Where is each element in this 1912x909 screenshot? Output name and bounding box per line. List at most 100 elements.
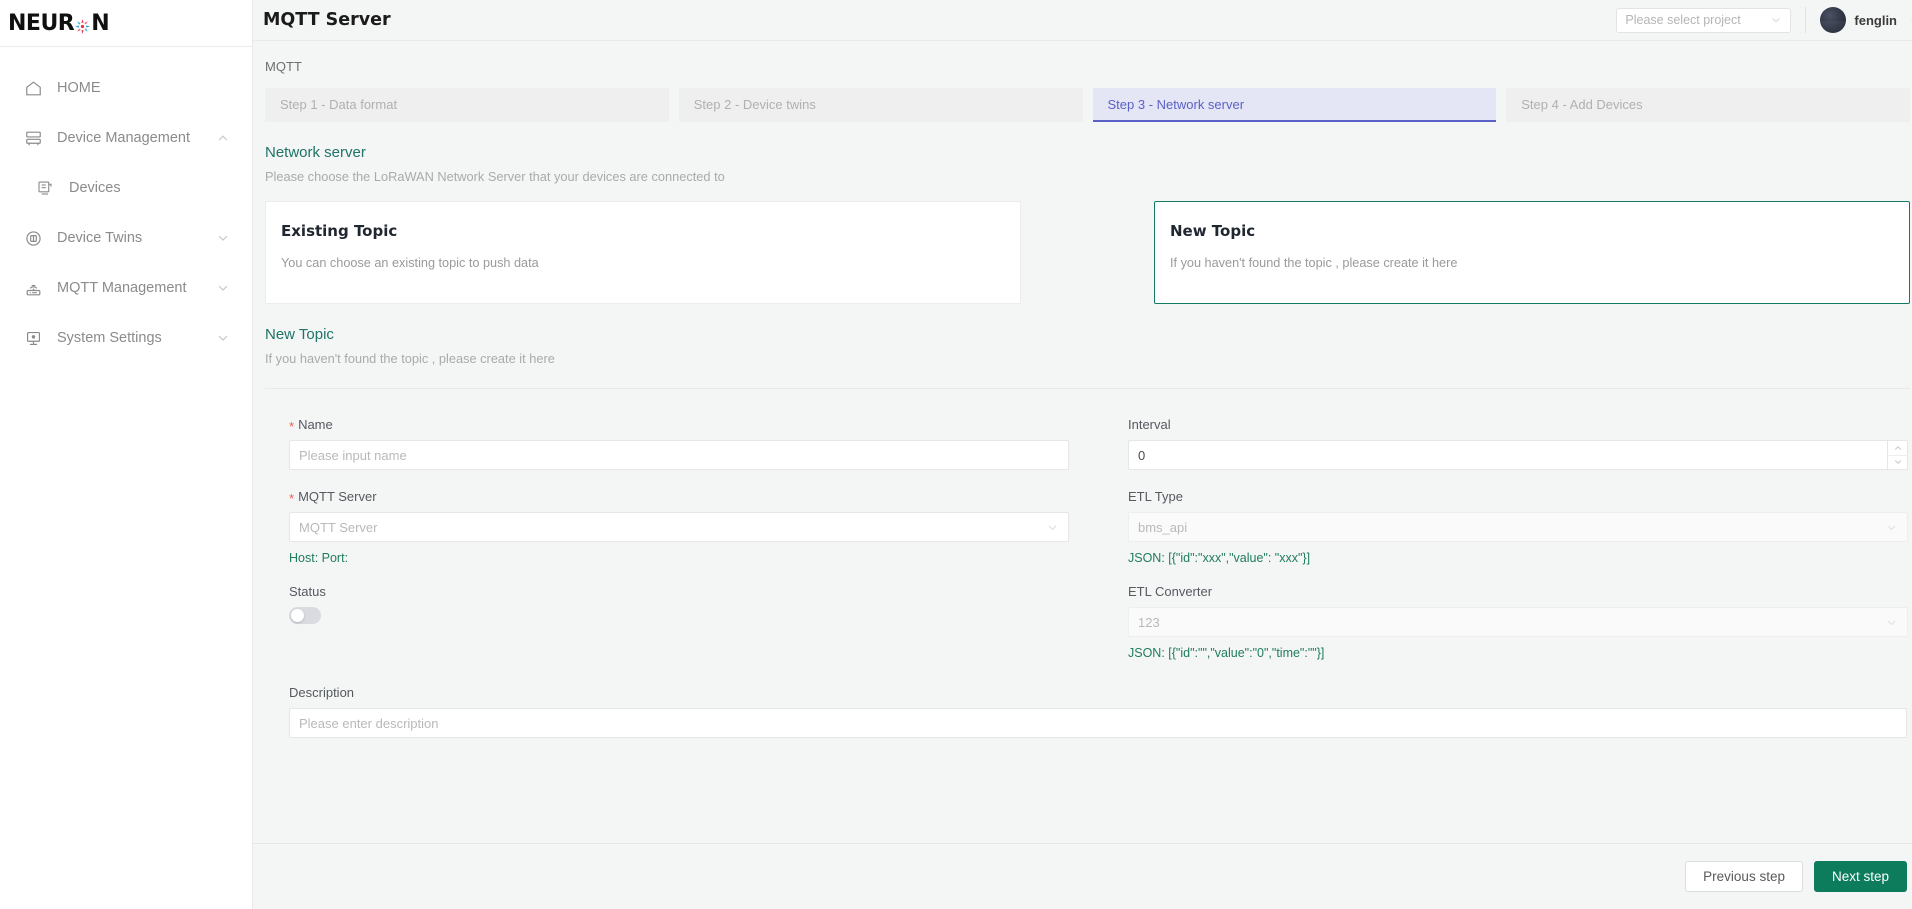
field-name: * Name Please input name	[289, 417, 1071, 470]
brand-name-part1: NEUR	[8, 10, 75, 36]
field-mqtt-server: * MQTT Server MQTT Server Host: Port:	[289, 489, 1071, 565]
label-text: Name	[298, 417, 333, 432]
chevron-down-icon	[1046, 521, 1059, 534]
new-topic-card[interactable]: New Topic If you haven't found the topic…	[1154, 201, 1910, 304]
main-area: MQTT Server Please select project fengli…	[253, 0, 1912, 909]
avatar	[1820, 7, 1847, 33]
required-marker: *	[289, 491, 295, 506]
interval-decrement-button[interactable]	[1888, 456, 1907, 470]
required-marker: *	[289, 419, 295, 434]
sidebar-item-device-management[interactable]: Device Management	[0, 113, 252, 163]
sidebar-item-label: Device Twins	[57, 230, 143, 246]
router-wifi-icon	[22, 277, 44, 299]
chevron-down-icon[interactable]	[216, 331, 230, 345]
app-root: NEUR N HOME Device Management Devices De…	[0, 0, 1912, 909]
sidebar-item-mqtt-management[interactable]: MQTT Management	[0, 263, 252, 313]
wizard-step-4[interactable]: Step 4 - Add Devices	[1506, 88, 1910, 122]
new-topic-subtitle: If you haven't found the topic , please …	[265, 351, 555, 366]
interval-increment-button[interactable]	[1888, 441, 1907, 456]
sidebar-item-device-twins[interactable]: Device Twins	[0, 213, 252, 263]
project-select-placeholder: Please select project	[1625, 13, 1741, 27]
mqtt-server-value: MQTT Server	[299, 519, 378, 535]
chevron-down-icon[interactable]	[216, 281, 230, 295]
field-label: ETL Converter	[1128, 584, 1910, 599]
description-input[interactable]: Please enter description	[289, 708, 1907, 738]
field-status: Status	[289, 584, 1071, 624]
etl-type-hint: JSON: [{"id":"xxx","value": "xxx"}]	[1128, 551, 1311, 565]
etl-converter-hint: JSON: [{"id":"","value":"0","time":""}]	[1128, 646, 1325, 660]
wizard-step-3[interactable]: Step 3 - Network server	[1092, 88, 1497, 122]
etl-type-value: bms_api	[1138, 519, 1188, 535]
wizard-footer: Previous step Next step	[253, 843, 1912, 909]
twins-circle-icon	[22, 227, 44, 249]
sidebar: NEUR N HOME Device Management Devices De…	[0, 0, 253, 909]
server-rack-icon	[22, 127, 44, 149]
wizard-step-1[interactable]: Step 1 - Data format	[265, 88, 669, 122]
username-label: fenglin	[1854, 12, 1897, 28]
network-server-subtitle: Please choose the LoRaWAN Network Server…	[265, 169, 725, 184]
user-menu[interactable]: fenglin	[1820, 7, 1912, 33]
sidebar-nav: HOME Device Management Devices Device Tw…	[0, 47, 252, 363]
project-select[interactable]: Please select project	[1616, 7, 1792, 33]
field-label: * MQTT Server	[289, 489, 1071, 506]
sidebar-item-home[interactable]: HOME	[0, 63, 252, 113]
label-text: Interval	[1128, 417, 1171, 432]
form-column-right: Interval 0 ETL Type bms_api JSON: [{"id"…	[1128, 417, 1910, 679]
wizard-step-label: Step 4 - Add Devices	[1521, 96, 1643, 112]
etl-type-select[interactable]: bms_api	[1128, 512, 1908, 542]
label-text: MQTT Server	[298, 489, 377, 504]
mqtt-server-select[interactable]: MQTT Server	[289, 512, 1069, 542]
field-label: Description	[289, 685, 1910, 700]
sidebar-item-label: System Settings	[57, 330, 162, 346]
interval-input[interactable]: 0	[1128, 440, 1887, 470]
label-text: ETL Type	[1128, 489, 1183, 504]
etl-converter-select[interactable]: 123	[1128, 607, 1908, 637]
field-interval: Interval 0	[1128, 417, 1910, 470]
toggle-knob	[291, 609, 304, 622]
chevron-down-icon	[1885, 616, 1898, 629]
home-icon	[22, 77, 44, 99]
chevron-up-icon[interactable]	[216, 131, 230, 145]
interval-stepper[interactable]: 0	[1128, 440, 1908, 470]
field-description: Description Please enter description	[265, 679, 1910, 738]
card-description: You can choose an existing topic to push…	[281, 256, 539, 270]
brand-logo[interactable]: NEUR N	[0, 0, 252, 47]
neuron-flower-icon	[74, 16, 91, 34]
label-text: ETL Converter	[1128, 584, 1213, 599]
existing-topic-card[interactable]: Existing Topic You can choose an existin…	[265, 201, 1021, 304]
sidebar-item-label: Device Management	[57, 130, 190, 146]
next-step-button[interactable]: Next step	[1813, 861, 1907, 892]
card-title: New Topic	[1170, 222, 1256, 240]
sidebar-item-devices[interactable]: Devices	[0, 163, 252, 213]
device-board-icon	[34, 177, 56, 199]
wizard-step-2[interactable]: Step 2 - Device twins	[678, 88, 1083, 122]
card-title: Existing Topic	[281, 222, 398, 240]
label-text: Status	[289, 584, 326, 599]
network-server-title: Network server	[265, 144, 366, 161]
sidebar-item-system-settings[interactable]: System Settings	[0, 313, 252, 363]
chevron-down-icon	[1770, 14, 1782, 26]
topic-cards: Existing Topic You can choose an existin…	[265, 201, 1910, 304]
content-inner: MQTT Step 1 - Data format Step 2 - Devic…	[253, 41, 1912, 738]
chevron-down-icon[interactable]	[216, 231, 230, 245]
brand-name-part2: N	[91, 10, 110, 36]
mqtt-server-hint: Host: Port:	[289, 551, 349, 565]
interval-spin-buttons[interactable]	[1887, 440, 1908, 470]
sidebar-item-label: Devices	[69, 180, 121, 196]
monitor-gear-icon	[22, 327, 44, 349]
label-text: Description	[289, 685, 355, 700]
field-label: Status	[289, 584, 1071, 599]
header-divider	[1805, 7, 1807, 33]
name-input[interactable]: Please input name	[289, 440, 1069, 470]
chevron-down-icon	[1885, 521, 1898, 534]
breadcrumb: MQTT	[265, 59, 302, 74]
new-topic-form: * Name Please input name * MQTT Server M…	[265, 389, 1910, 679]
previous-step-button[interactable]: Previous step	[1685, 861, 1803, 892]
page-title: MQTT Server	[263, 10, 391, 30]
header-actions: Please select project fenglin	[1616, 7, 1912, 33]
form-column-left: * Name Please input name * MQTT Server M…	[289, 417, 1071, 679]
field-label: ETL Type	[1128, 489, 1910, 504]
field-label: Interval	[1128, 417, 1910, 432]
status-toggle[interactable]	[289, 607, 321, 624]
sidebar-item-label: HOME	[57, 80, 101, 96]
